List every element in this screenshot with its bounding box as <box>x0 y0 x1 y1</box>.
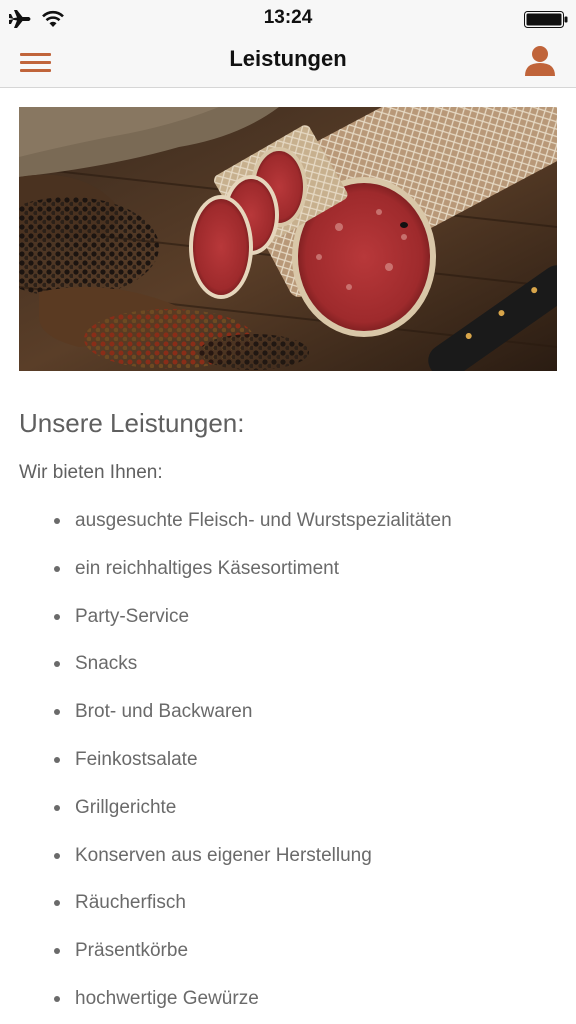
section-heading: Unsere Leistungen: <box>19 408 245 438</box>
list-item: ein reichhaltiges Käsesortiment <box>0 545 576 593</box>
user-profile-icon[interactable] <box>522 43 558 79</box>
list-item: Party-Service <box>0 593 576 641</box>
salami-with-peppercorns-photo <box>19 107 557 371</box>
list-item: Grillgerichte <box>0 784 576 832</box>
list-item: Snacks <box>0 640 576 688</box>
status-time: 13:24 <box>263 7 313 28</box>
list-item: Brot- und Backwaren <box>0 688 576 736</box>
list-item: Präsentkörbe <box>0 927 576 975</box>
list-item: ausgesuchte Fleisch- und Wurstspezialitä… <box>0 497 576 545</box>
list-item: Räucherfisch <box>0 879 576 927</box>
navigation-bar: Leistungen <box>0 38 576 88</box>
page-title: Leistungen <box>229 46 347 71</box>
battery-icon <box>524 11 568 28</box>
list-item: Konserven aus eigener Herstellung <box>0 832 576 880</box>
intro-text: Wir bieten Ihnen: <box>19 462 163 483</box>
list-item: Feinkostsalate <box>0 736 576 784</box>
list-item: hochwertige Gewürze <box>0 975 576 1023</box>
status-bar: 13:24 <box>0 0 576 38</box>
service-list: ausgesuchte Fleisch- und Wurstspezialitä… <box>0 497 576 1023</box>
